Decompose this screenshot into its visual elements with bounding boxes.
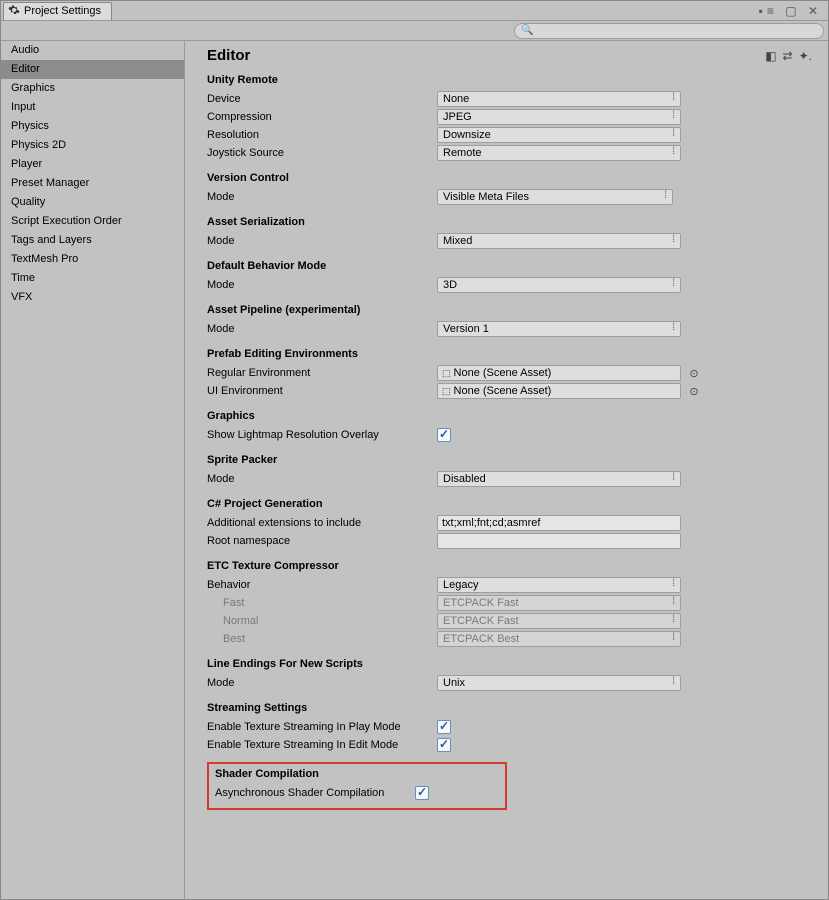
dropdown-etc-best: ETCPACK Best bbox=[437, 631, 681, 647]
window-title-bar: Project Settings ▪≡ ▢ ✕ bbox=[1, 1, 828, 21]
label-stream-play: Enable Texture Streaming In Play Mode bbox=[207, 721, 437, 733]
section-asset-pipeline: Asset Pipeline (experimental) bbox=[207, 304, 812, 316]
label-stream-edit: Enable Texture Streaming In Edit Mode bbox=[207, 739, 437, 751]
input-extensions[interactable] bbox=[437, 515, 681, 531]
window-menu-icon[interactable]: ▪≡ bbox=[759, 4, 778, 18]
dropdown-compression[interactable]: JPEG bbox=[437, 109, 681, 125]
dropdown-behavior-mode[interactable]: 3D bbox=[437, 277, 681, 293]
label-pipeline-mode: Mode bbox=[207, 323, 437, 335]
label-behavior-mode: Mode bbox=[207, 279, 437, 291]
window-maximize-icon[interactable]: ▢ bbox=[785, 4, 800, 18]
section-graphics: Graphics bbox=[207, 410, 812, 422]
cube-icon: ⬚ bbox=[442, 368, 451, 379]
label-serial-mode: Mode bbox=[207, 235, 437, 247]
help-icon[interactable]: ◧ bbox=[765, 49, 776, 63]
cube-icon: ⬚ bbox=[442, 386, 451, 397]
objpicker-icon[interactable]: ⊙ bbox=[687, 367, 701, 380]
dropdown-pipeline-mode[interactable]: Version 1 bbox=[437, 321, 681, 337]
sidebar-item-physics[interactable]: Physics bbox=[1, 117, 184, 136]
section-shader: Shader Compilation bbox=[215, 768, 499, 780]
section-sprite-packer: Sprite Packer bbox=[207, 454, 812, 466]
objfield-ui-env[interactable]: ⬚None (Scene Asset) bbox=[437, 383, 681, 399]
dropdown-resolution[interactable]: Downsize bbox=[437, 127, 681, 143]
sidebar-item-vfx[interactable]: VFX bbox=[1, 288, 184, 307]
section-asset-serialization: Asset Serialization bbox=[207, 216, 812, 228]
section-version-control: Version Control bbox=[207, 172, 812, 184]
label-regular-env: Regular Environment bbox=[207, 367, 437, 379]
label-etc-fast: Fast bbox=[207, 597, 437, 609]
checkbox-stream-play[interactable] bbox=[437, 720, 451, 734]
sidebar-item-editor[interactable]: Editor bbox=[1, 60, 184, 79]
sidebar-item-tags-and-layers[interactable]: Tags and Layers bbox=[1, 231, 184, 250]
sidebar-item-preset-manager[interactable]: Preset Manager bbox=[1, 174, 184, 193]
section-unity-remote: Unity Remote bbox=[207, 74, 812, 86]
sidebar-item-input[interactable]: Input bbox=[1, 98, 184, 117]
sidebar-item-time[interactable]: Time bbox=[1, 269, 184, 288]
label-etc-best: Best bbox=[207, 633, 437, 645]
search-icon: 🔍 bbox=[521, 25, 533, 36]
label-ui-env: UI Environment bbox=[207, 385, 437, 397]
checkbox-stream-edit[interactable] bbox=[437, 738, 451, 752]
dropdown-joystick[interactable]: Remote bbox=[437, 145, 681, 161]
section-prefab: Prefab Editing Environments bbox=[207, 348, 812, 360]
label-extensions: Additional extensions to include bbox=[207, 517, 437, 529]
dropdown-serial-mode[interactable]: Mixed bbox=[437, 233, 681, 249]
objpicker-icon[interactable]: ⊙ bbox=[687, 385, 701, 398]
label-sprite-mode: Mode bbox=[207, 473, 437, 485]
gear-icon bbox=[8, 4, 20, 19]
label-line-mode: Mode bbox=[207, 677, 437, 689]
sidebar-item-physics-2d[interactable]: Physics 2D bbox=[1, 136, 184, 155]
search-field[interactable]: 🔍 bbox=[514, 23, 824, 39]
page-title: Editor bbox=[207, 47, 250, 64]
section-line-endings: Line Endings For New Scripts bbox=[207, 658, 812, 670]
label-etc-normal: Normal bbox=[207, 615, 437, 627]
sidebar-item-textmesh-pro[interactable]: TextMesh Pro bbox=[1, 250, 184, 269]
label-device: Device bbox=[207, 93, 437, 105]
input-rootns[interactable] bbox=[437, 533, 681, 549]
dropdown-line-mode[interactable]: Unix bbox=[437, 675, 681, 691]
checkbox-async-shader[interactable] bbox=[415, 786, 429, 800]
settings-icon[interactable]: ✦. bbox=[799, 49, 812, 63]
sidebar-item-player[interactable]: Player bbox=[1, 155, 184, 174]
label-async-shader: Asynchronous Shader Compilation bbox=[215, 787, 415, 799]
label-resolution: Resolution bbox=[207, 129, 437, 141]
dropdown-vc-mode[interactable]: Visible Meta Files bbox=[437, 189, 673, 205]
sidebar: AudioEditorGraphicsInputPhysicsPhysics 2… bbox=[1, 41, 185, 899]
sidebar-item-graphics[interactable]: Graphics bbox=[1, 79, 184, 98]
objfield-regular-env[interactable]: ⬚None (Scene Asset) bbox=[437, 365, 681, 381]
label-rootns: Root namespace bbox=[207, 535, 437, 547]
section-etc: ETC Texture Compressor bbox=[207, 560, 812, 572]
checkbox-lightmap[interactable] bbox=[437, 428, 451, 442]
dropdown-device[interactable]: None bbox=[437, 91, 681, 107]
window-close-icon[interactable]: ✕ bbox=[808, 4, 822, 18]
dropdown-etc-fast: ETCPACK Fast bbox=[437, 595, 681, 611]
section-csharp: C# Project Generation bbox=[207, 498, 812, 510]
sidebar-item-script-execution-order[interactable]: Script Execution Order bbox=[1, 212, 184, 231]
label-joystick: Joystick Source bbox=[207, 147, 437, 159]
toolbar: 🔍 bbox=[1, 21, 828, 41]
dropdown-etc-normal: ETCPACK Fast bbox=[437, 613, 681, 629]
tab-label: Project Settings bbox=[24, 5, 101, 17]
label-etc-behavior: Behavior bbox=[207, 579, 437, 591]
sidebar-item-quality[interactable]: Quality bbox=[1, 193, 184, 212]
dropdown-etc-behavior[interactable]: Legacy bbox=[437, 577, 681, 593]
content-panel: Editor ◧ ⇄ ✦. Unity Remote DeviceNone Co… bbox=[185, 41, 828, 899]
window-controls: ▪≡ ▢ ✕ bbox=[759, 4, 828, 18]
highlight-shader-compilation: Shader Compilation Asynchronous Shader C… bbox=[207, 762, 507, 810]
sidebar-item-audio[interactable]: Audio bbox=[1, 41, 184, 60]
dropdown-sprite-mode[interactable]: Disabled bbox=[437, 471, 681, 487]
preset-icon[interactable]: ⇄ bbox=[783, 49, 793, 63]
search-input[interactable] bbox=[537, 25, 817, 37]
label-compression: Compression bbox=[207, 111, 437, 123]
section-default-behavior: Default Behavior Mode bbox=[207, 260, 812, 272]
tab-project-settings[interactable]: Project Settings bbox=[3, 2, 112, 20]
label-vc-mode: Mode bbox=[207, 191, 437, 203]
label-lightmap: Show Lightmap Resolution Overlay bbox=[207, 429, 437, 441]
section-streaming: Streaming Settings bbox=[207, 702, 812, 714]
